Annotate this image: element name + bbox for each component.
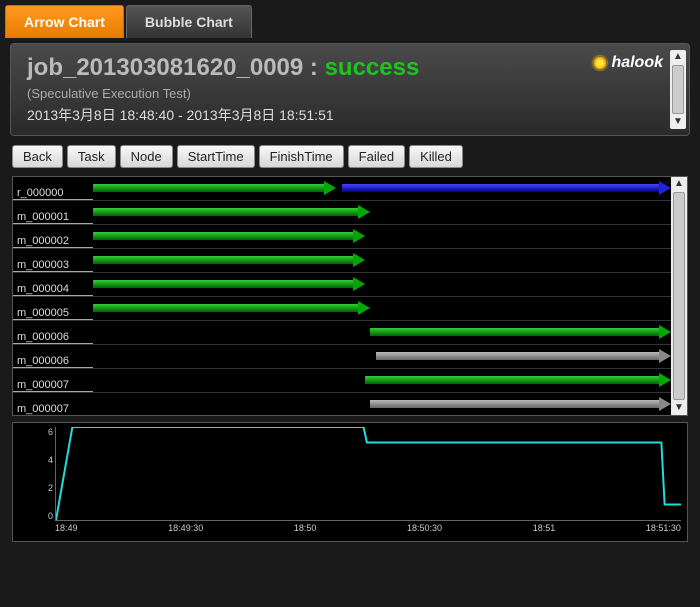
gantt-row-label: m_000007 (13, 369, 93, 392)
task-arrow[interactable] (93, 229, 365, 243)
job-header-panel: halook job_201303081620_0009 : success (… (10, 43, 690, 136)
killed-button[interactable]: Killed (409, 145, 463, 168)
gantt-row-label: m_000002 (13, 225, 93, 248)
gantt-row-label: m_000007 (13, 393, 93, 415)
gantt-row[interactable]: m_000005 (13, 297, 671, 321)
starttime-button[interactable]: StartTime (177, 145, 255, 168)
scroll-thumb[interactable] (672, 65, 684, 114)
scroll-up-icon[interactable]: ▲ (671, 177, 687, 191)
logo-icon (593, 56, 607, 70)
gantt-row-label: m_000004 (13, 273, 93, 296)
node-button[interactable]: Node (120, 145, 173, 168)
ytick: 0 (31, 511, 53, 521)
gantt-row[interactable]: m_000004 (13, 273, 671, 297)
gantt-row[interactable]: m_000002 (13, 225, 671, 249)
scroll-thumb[interactable] (673, 192, 685, 400)
task-arrow[interactable] (370, 397, 671, 411)
task-arrow[interactable] (93, 205, 370, 219)
task-arrow[interactable] (93, 301, 370, 315)
ytick: 6 (31, 427, 53, 437)
job-timerange: 2013年3月8日 18:48:40 - 2013年3月8日 18:51:51 (27, 105, 673, 125)
halook-logo: halook (593, 54, 663, 72)
task-arrow[interactable] (93, 253, 365, 267)
header-scrollbar[interactable]: ▲ ▼ (670, 50, 686, 129)
job-status: success (325, 54, 420, 81)
xtick: 18:50 (294, 523, 317, 537)
gantt-scrollbar[interactable]: ▲ ▼ (671, 177, 687, 415)
task-arrow[interactable] (370, 325, 671, 339)
logo-text: halook (611, 54, 663, 72)
tab-arrow-chart[interactable]: Arrow Chart (5, 5, 124, 38)
xtick: 18:51:30 (646, 523, 681, 537)
concurrent-task-chart: Concurrent task num 6420 18:4918:49:3018… (12, 422, 688, 542)
finishtime-button[interactable]: FinishTime (259, 145, 344, 168)
chart-xaxis: 18:49 18:49:30 18:50 18:50:30 18:51 18:51:30 (55, 523, 681, 537)
chart-line (56, 427, 681, 520)
gantt-row[interactable]: m_000006 (13, 321, 671, 345)
task-arrow[interactable] (93, 181, 336, 195)
xtick: 18:50:30 (407, 523, 442, 537)
job-title: job_201303081620_0009 : success (27, 54, 673, 82)
tab-bubble-chart[interactable]: Bubble Chart (126, 5, 252, 38)
xtick: 18:51 (533, 523, 556, 537)
scroll-down-icon[interactable]: ▼ (670, 115, 686, 129)
toolbar: Back Task Node StartTime FinishTime Fail… (0, 141, 700, 172)
gantt-row-label: m_000005 (13, 297, 93, 320)
gantt-row-label: m_000006 (13, 321, 93, 344)
job-subtitle: (Speculative Execution Test) (27, 86, 673, 101)
gantt-row[interactable]: m_000007 (13, 393, 671, 415)
chart-plot-area (55, 427, 681, 521)
task-button[interactable]: Task (67, 145, 116, 168)
gantt-row-label: m_000006 (13, 345, 93, 368)
ytick: 4 (31, 455, 53, 465)
task-arrow[interactable] (93, 277, 365, 291)
arrow-gantt-chart: r_000000m_000001m_000002m_000003m_000004… (12, 176, 688, 416)
tabs: Arrow Chart Bubble Chart (0, 0, 700, 38)
ytick: 2 (31, 483, 53, 493)
chart-yaxis: 6 4 2 0 (31, 427, 53, 521)
gantt-row-label: m_000001 (13, 201, 93, 224)
gantt-row-label: m_000003 (13, 249, 93, 272)
task-arrow[interactable] (376, 349, 671, 363)
back-button[interactable]: Back (12, 145, 63, 168)
failed-button[interactable]: Failed (348, 145, 405, 168)
gantt-row[interactable]: r_000000 (13, 177, 671, 201)
task-arrow[interactable] (342, 181, 671, 195)
gantt-row[interactable]: m_000001 (13, 201, 671, 225)
gantt-row[interactable]: m_000007 (13, 369, 671, 393)
xtick: 18:49:30 (168, 523, 203, 537)
gantt-row-label: r_000000 (13, 177, 93, 200)
job-id: job_201303081620_0009 (27, 54, 303, 81)
task-arrow[interactable] (365, 373, 671, 387)
scroll-up-icon[interactable]: ▲ (670, 50, 686, 64)
scroll-down-icon[interactable]: ▼ (671, 401, 687, 415)
gantt-row[interactable]: m_000003 (13, 249, 671, 273)
xtick: 18:49 (55, 523, 78, 537)
gantt-row[interactable]: m_000006 (13, 345, 671, 369)
